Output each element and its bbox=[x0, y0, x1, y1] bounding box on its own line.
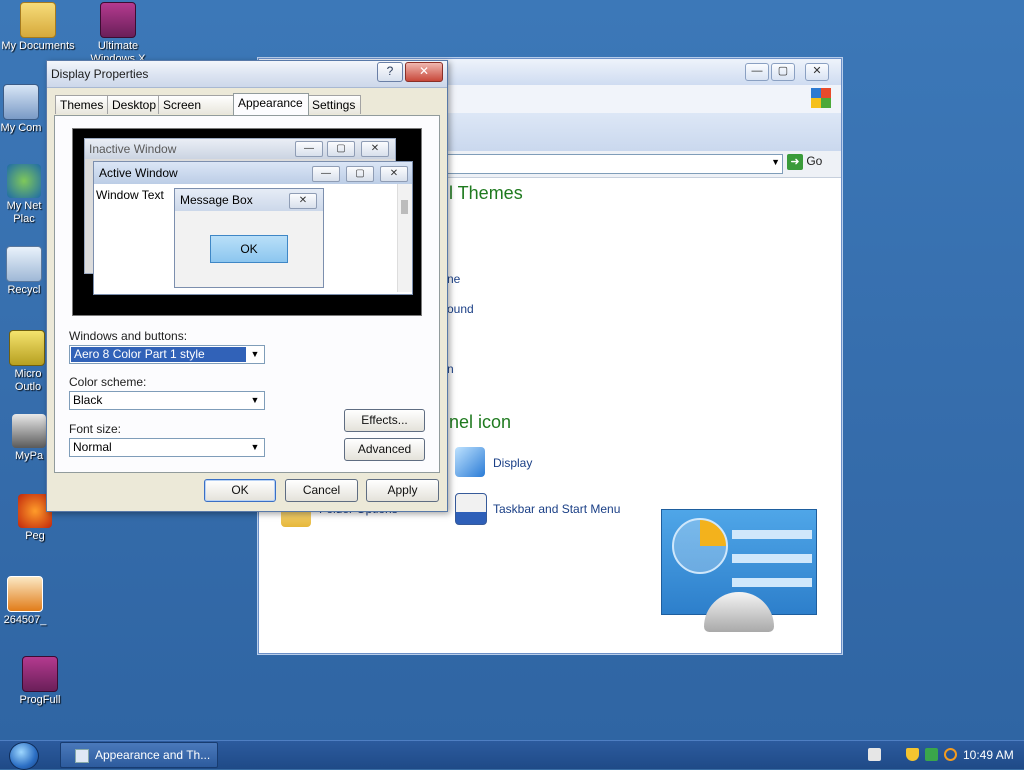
maximize-icon: ▢ bbox=[327, 141, 355, 157]
appearance-illustration bbox=[661, 509, 817, 632]
close-button[interactable]: ✕ bbox=[805, 63, 829, 81]
go-button[interactable]: ➜ Go bbox=[787, 154, 831, 173]
display-icon[interactable] bbox=[455, 447, 485, 477]
network-icon bbox=[7, 164, 41, 198]
desktop-icon-label: Peg bbox=[25, 530, 45, 542]
windows-logo-icon bbox=[811, 88, 831, 108]
effects-button[interactable]: Effects... bbox=[344, 409, 425, 432]
tab-screen-saver[interactable]: Screen Saver bbox=[158, 95, 239, 130]
color-scheme-value: Black bbox=[73, 393, 103, 407]
cancel-button[interactable]: Cancel bbox=[285, 479, 358, 502]
computer-icon bbox=[3, 84, 39, 120]
preview-active-window: Active Window — ▢ ✕ Window Text Message … bbox=[93, 161, 413, 295]
taskbar-icon[interactable] bbox=[455, 493, 487, 525]
display-link[interactable]: Display bbox=[493, 456, 532, 470]
winrar-icon bbox=[22, 656, 58, 692]
scroll-thumb bbox=[401, 200, 408, 214]
close-icon: ✕ bbox=[361, 141, 389, 157]
desktop-icon-label: My Documents bbox=[1, 40, 75, 52]
dome-graphic bbox=[704, 592, 774, 632]
dialog-title: Display Properties bbox=[51, 67, 149, 81]
preview-ok-button: OK bbox=[210, 235, 288, 263]
minimize-icon: — bbox=[295, 141, 323, 157]
appearance-panel: Inactive Window — ▢ ✕ Active Window — ▢ … bbox=[54, 115, 440, 473]
preview-scrollbar bbox=[397, 184, 412, 292]
taskbar: Appearance and Th... 10:49 AM bbox=[0, 740, 1024, 770]
start-button[interactable] bbox=[9, 742, 39, 770]
search-icon[interactable] bbox=[944, 748, 957, 761]
desktop-icon-label: My Net Plac bbox=[6, 200, 42, 225]
tab-themes[interactable]: Themes bbox=[55, 95, 111, 114]
color-scheme-select[interactable]: Black ▼ bbox=[69, 391, 265, 410]
keyboard-icon[interactable] bbox=[868, 748, 881, 761]
bar-graphic bbox=[732, 578, 812, 587]
desktop-icon-label: ProgFull bbox=[19, 694, 61, 706]
control-panel-icon bbox=[75, 748, 89, 763]
desktop-icon-label: Micro Outlo bbox=[14, 368, 42, 393]
chevron-down-icon[interactable]: ▼ bbox=[248, 392, 262, 409]
chevron-down-icon[interactable]: ▼ bbox=[248, 346, 262, 363]
go-arrow-icon: ➜ bbox=[787, 154, 803, 170]
winrar-icon bbox=[100, 2, 136, 38]
system-clock[interactable]: 10:49 AM bbox=[963, 748, 1014, 762]
outlook-icon bbox=[9, 330, 45, 366]
color-scheme-label: Color scheme: bbox=[69, 375, 147, 389]
taskbar-start-menu-link[interactable]: Taskbar and Start Menu bbox=[493, 502, 620, 516]
address-input[interactable]: ▼ bbox=[445, 154, 783, 174]
windows-buttons-select[interactable]: Aero 8 Color Part 1 style ▼ bbox=[69, 345, 265, 364]
bar-graphic bbox=[732, 554, 812, 563]
desktop-icon-label: 264507_ bbox=[3, 614, 47, 626]
appearance-preview: Inactive Window — ▢ ✕ Active Window — ▢ … bbox=[72, 128, 422, 316]
security-shield-icon[interactable] bbox=[906, 748, 919, 761]
section-heading-control-panel-icon: nel icon bbox=[449, 412, 512, 432]
font-size-select[interactable]: Normal ▼ bbox=[69, 438, 265, 457]
desktop-icon-progfull[interactable]: ProgFull bbox=[0, 656, 80, 707]
preview-window-text: Window Text bbox=[96, 188, 164, 202]
font-size-value: Normal bbox=[73, 440, 112, 454]
apply-button[interactable]: Apply bbox=[366, 479, 439, 502]
task-link-1[interactable]: ne bbox=[447, 272, 460, 286]
maximize-icon: ▢ bbox=[346, 166, 374, 182]
folder-icon bbox=[20, 2, 56, 38]
maximize-button[interactable]: ▢ bbox=[771, 63, 795, 81]
tab-appearance[interactable]: Appearance bbox=[233, 93, 309, 115]
desktop-icon-outlook[interactable]: Micro Outlo bbox=[2, 330, 52, 394]
tab-settings[interactable]: Settings bbox=[307, 95, 361, 114]
network-status-icon[interactable] bbox=[925, 748, 938, 761]
taskbar-item-appearance-themes[interactable]: Appearance and Th... bbox=[60, 742, 218, 768]
close-icon: ✕ bbox=[380, 166, 408, 182]
font-size-label: Font size: bbox=[69, 422, 122, 436]
taskbar-item-label: Appearance and Th... bbox=[95, 748, 211, 762]
section-heading-themes: l Themes bbox=[449, 183, 523, 203]
desktop-icon-my-documents[interactable]: My Documents bbox=[0, 2, 78, 53]
close-button[interactable]: ✕ bbox=[405, 62, 443, 82]
minimize-icon: — bbox=[312, 166, 340, 182]
desktop-icon-photo[interactable]: 264507_ bbox=[0, 576, 50, 627]
go-label: Go bbox=[806, 154, 823, 169]
tab-desktop[interactable]: Desktop bbox=[107, 95, 162, 114]
ok-button[interactable]: OK bbox=[204, 479, 276, 502]
advanced-button[interactable]: Advanced bbox=[344, 438, 425, 461]
mypaint-icon bbox=[12, 414, 46, 448]
chevron-down-icon[interactable]: ▼ bbox=[248, 439, 262, 456]
task-link-3[interactable]: n bbox=[447, 362, 454, 376]
bar-graphic bbox=[732, 530, 812, 539]
desktop-icon-ultimate-windows-x[interactable]: Ultimate Windows X bbox=[78, 2, 158, 66]
desktop: My Documents Ultimate Windows X My Com M… bbox=[0, 0, 1024, 740]
recycle-bin-icon bbox=[6, 246, 42, 282]
task-link-2[interactable]: ound bbox=[447, 302, 474, 316]
image-file-icon bbox=[7, 576, 43, 612]
dialog-titlebar[interactable]: Display Properties ? ✕ bbox=[47, 61, 447, 88]
chevron-down-icon[interactable]: ▼ bbox=[771, 157, 780, 167]
minimize-button[interactable]: — bbox=[745, 63, 769, 81]
close-icon: ✕ bbox=[289, 193, 317, 209]
display-properties-dialog: Display Properties ? ✕ Themes Desktop Sc… bbox=[46, 60, 448, 512]
preview-message-box: Message Box ✕ OK bbox=[174, 188, 324, 288]
windows-buttons-label: Windows and buttons: bbox=[69, 329, 188, 343]
help-button[interactable]: ? bbox=[377, 62, 403, 82]
pie-graphic bbox=[672, 518, 728, 574]
windows-buttons-value: Aero 8 Color Part 1 style bbox=[71, 347, 246, 362]
